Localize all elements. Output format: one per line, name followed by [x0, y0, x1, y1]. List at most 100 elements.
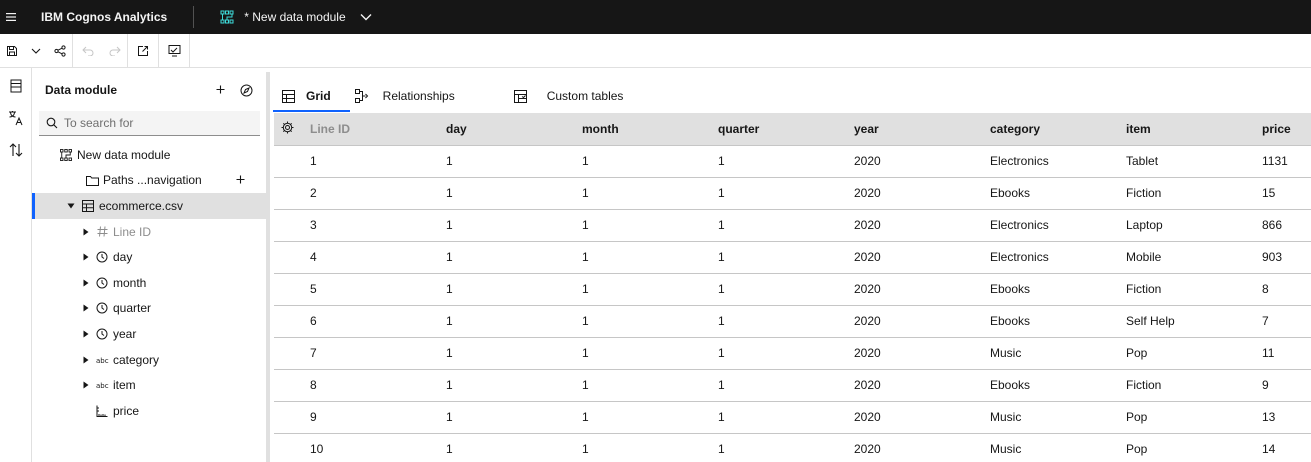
- data-module-panel-icon[interactable]: [0, 70, 32, 102]
- table-cell: 1: [446, 337, 582, 370]
- tree-item-label: Paths ...navigation: [103, 173, 202, 188]
- tree-item-label: month: [113, 275, 147, 290]
- launch-icon[interactable]: [128, 34, 158, 68]
- column-header-quarter[interactable]: quarter: [718, 113, 854, 146]
- tab-grid[interactable]: Grid: [272, 80, 350, 112]
- grid-icon: [280, 88, 296, 104]
- column-header-day[interactable]: day: [446, 113, 582, 146]
- translate-icon[interactable]: [0, 102, 32, 134]
- table-row[interactable]: 4 1 1 1 2020 Electronics Mobile 903: [274, 241, 1311, 274]
- data-module-icon: [59, 148, 73, 162]
- table-cell: 8: [1262, 273, 1311, 306]
- tree-item-ecommerce-csv[interactable]: ecommerce.csv: [32, 193, 266, 219]
- table-cell: 1: [582, 337, 718, 370]
- module-title[interactable]: * New data module: [244, 10, 345, 24]
- tree-item-paths-navigation[interactable]: Paths ...navigation: [32, 168, 266, 194]
- chevron-down-icon[interactable]: [24, 34, 48, 68]
- table-row[interactable]: 8 1 1 1 2020 Ebooks Fiction 9: [274, 369, 1311, 402]
- caret-right-icon[interactable]: [82, 381, 90, 389]
- column-header-year[interactable]: year: [854, 113, 990, 146]
- row-spacer-cell: [274, 305, 310, 338]
- panel-splitter[interactable]: [266, 72, 270, 462]
- table-cell: 2020: [854, 305, 990, 338]
- left-rail: [0, 68, 32, 462]
- table-cell: Tablet: [1126, 145, 1262, 178]
- column-header-line-id[interactable]: Line ID: [310, 113, 446, 146]
- tree-item-line-id[interactable]: Line ID: [32, 219, 266, 245]
- hamburger-icon[interactable]: [0, 0, 22, 34]
- tree-item-label: New data module: [77, 147, 171, 162]
- add-icon[interactable]: [234, 174, 246, 186]
- table-cell: 1: [446, 401, 582, 434]
- chevron-down-icon[interactable]: [359, 10, 373, 24]
- table-cell: Fiction: [1126, 369, 1262, 402]
- table-cell: 1: [446, 209, 582, 242]
- compass-icon[interactable]: [238, 82, 254, 98]
- caret-right-icon[interactable]: [82, 356, 90, 364]
- tree-item-label: year: [113, 326, 137, 341]
- tree-item-quarter[interactable]: quarter: [32, 296, 266, 322]
- table-cell: 2020: [854, 433, 990, 462]
- text-abc-icon: abc: [95, 378, 109, 392]
- tree-item-year[interactable]: year: [32, 321, 266, 347]
- table-row[interactable]: 10 1 1 1 2020 Music Pop 14: [274, 433, 1311, 462]
- search-field[interactable]: [39, 111, 260, 136]
- caret-right-icon[interactable]: [82, 228, 90, 236]
- table-cell: Pop: [1126, 433, 1262, 462]
- measure-icon: [95, 404, 109, 418]
- table-cell: 8: [310, 369, 446, 402]
- tree-item-month[interactable]: month: [32, 270, 266, 296]
- table-cell: Pop: [1126, 337, 1262, 370]
- app-title[interactable]: IBM Cognos Analytics: [41, 10, 167, 24]
- table-cell: 1: [718, 433, 854, 462]
- column-header-item[interactable]: item: [1126, 113, 1262, 146]
- tree-item-new-data-module[interactable]: New data module: [32, 142, 266, 168]
- share-icon[interactable]: [48, 34, 72, 68]
- table-cell: 2: [310, 177, 446, 210]
- table-row[interactable]: 9 1 1 1 2020 Music Pop 13: [274, 401, 1311, 434]
- table-cell: 15: [1262, 177, 1311, 210]
- add-icon[interactable]: [213, 82, 227, 96]
- toolbar: [0, 33, 1311, 68]
- undo-icon[interactable]: [73, 34, 103, 68]
- validate-icon[interactable]: [159, 34, 189, 68]
- row-spacer-cell: [274, 145, 310, 178]
- column-header-price[interactable]: price: [1262, 113, 1311, 146]
- row-spacer-cell: [274, 337, 310, 370]
- redo-icon[interactable]: [103, 34, 127, 68]
- column-header-month[interactable]: month: [582, 113, 718, 146]
- table-cell: 1: [582, 369, 718, 402]
- tab-custom-tables[interactable]: Custom tables: [483, 80, 623, 112]
- tree-item-item[interactable]: abc item: [32, 372, 266, 398]
- table-cell: 1: [582, 209, 718, 242]
- sort-icon[interactable]: [0, 134, 32, 166]
- table-cell: Mobile: [1126, 241, 1262, 274]
- gear-icon[interactable]: [281, 121, 294, 134]
- caret-right-icon[interactable]: [82, 279, 90, 287]
- tree-item-category[interactable]: abc category: [32, 347, 266, 373]
- table-cell: 2020: [854, 401, 990, 434]
- tree-item-label: price: [113, 403, 140, 418]
- table-row[interactable]: 5 1 1 1 2020 Ebooks Fiction 8: [274, 273, 1311, 306]
- table-row[interactable]: 2 1 1 1 2020 Ebooks Fiction 15: [274, 177, 1311, 210]
- caret-right-icon[interactable]: [82, 330, 90, 338]
- caret-right-icon[interactable]: [82, 253, 90, 261]
- table-row[interactable]: 7 1 1 1 2020 Music Pop 11: [274, 337, 1311, 370]
- tree-item-price[interactable]: price: [32, 398, 266, 424]
- table-cell: 3: [310, 209, 446, 242]
- table-row[interactable]: 6 1 1 1 2020 Ebooks Self Help 7: [274, 305, 1311, 338]
- table-row[interactable]: 1 1 1 1 2020 Electronics Tablet 1131: [274, 145, 1311, 178]
- tab-relationships[interactable]: Relationships: [346, 80, 483, 112]
- relationships-icon: [354, 88, 370, 104]
- caret-down-icon[interactable]: [67, 202, 75, 210]
- table-cell: 11: [1262, 337, 1311, 370]
- table-row[interactable]: 3 1 1 1 2020 Electronics Laptop 866: [274, 209, 1311, 242]
- search-input[interactable]: [64, 116, 244, 130]
- column-header-category[interactable]: category: [990, 113, 1126, 146]
- table-cell: 2020: [854, 145, 990, 178]
- table-cell: 1: [582, 241, 718, 274]
- table-cell: Fiction: [1126, 273, 1262, 306]
- tree-item-day[interactable]: day: [32, 244, 266, 270]
- caret-right-icon[interactable]: [82, 304, 90, 312]
- save-icon[interactable]: [0, 34, 24, 68]
